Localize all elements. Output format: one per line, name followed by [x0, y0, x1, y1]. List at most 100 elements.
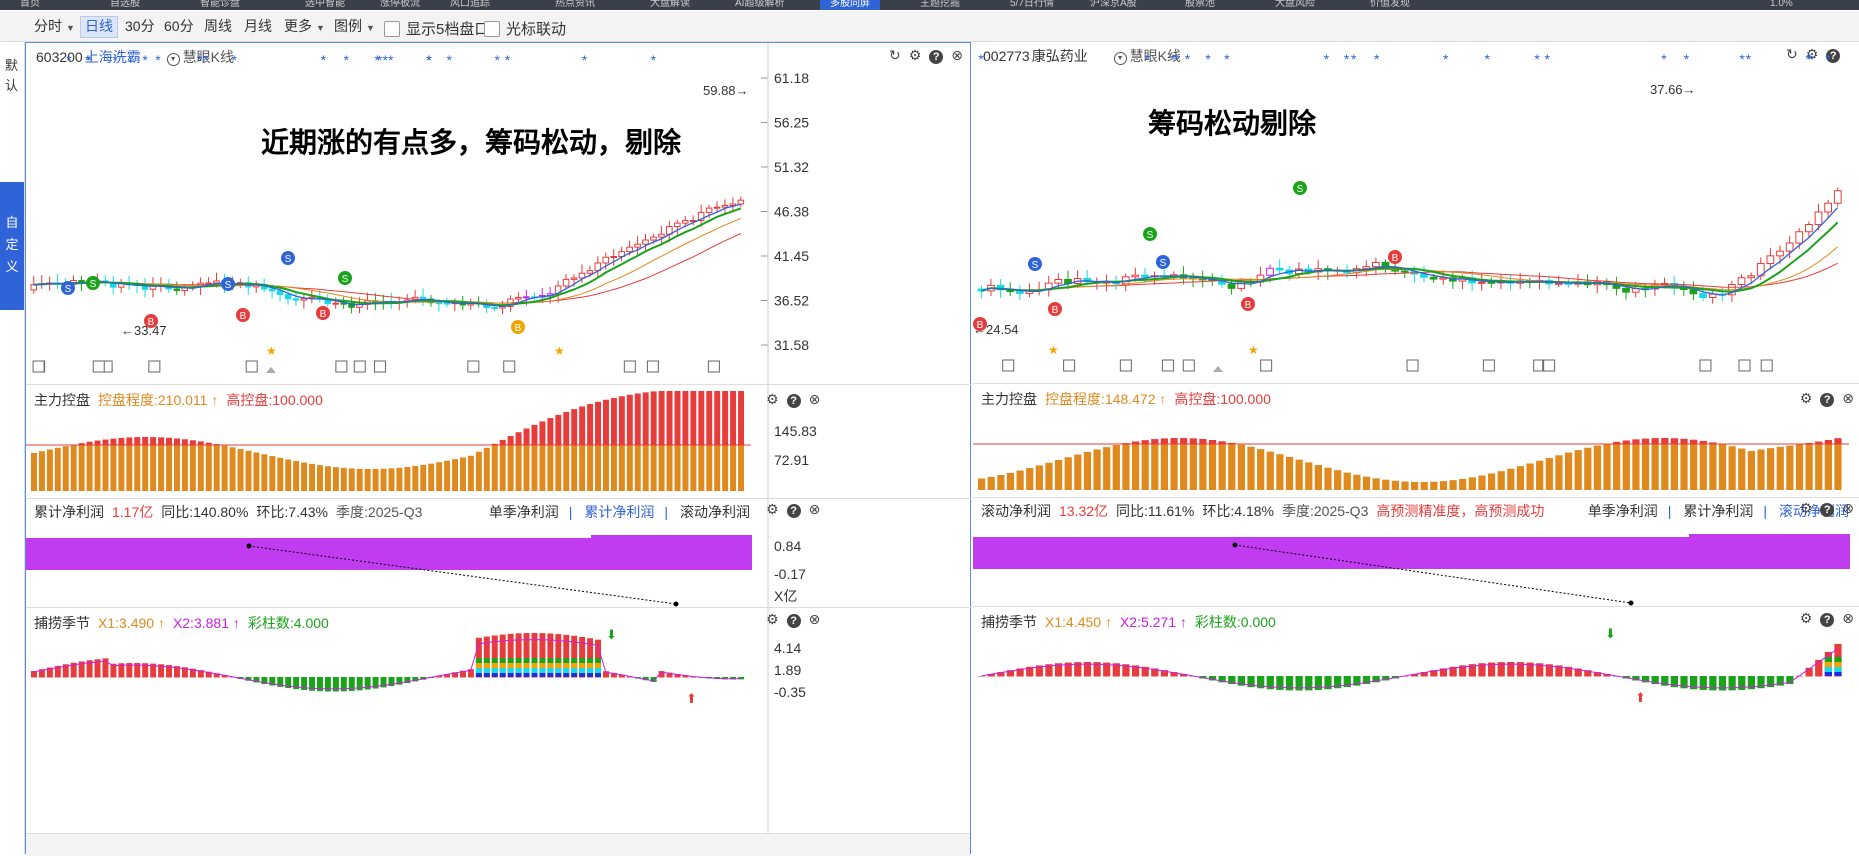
close-icon[interactable]: ⊗ [1842, 610, 1854, 626]
candle-body [285, 295, 291, 299]
default-group-tab[interactable]: 默认 [5, 56, 19, 96]
period-weekly[interactable]: 周线 [200, 16, 236, 36]
signal-star: * [978, 51, 984, 67]
control-bar-high [675, 391, 681, 445]
signal-star: * [1185, 51, 1191, 67]
bs-marker-label: S [1147, 230, 1154, 241]
separator [26, 498, 972, 499]
control-bar [389, 468, 395, 491]
control-bar [95, 445, 101, 491]
season-color-bar [508, 663, 514, 668]
help-icon[interactable]: ? [787, 394, 801, 408]
gear-icon[interactable]: ⚙ [766, 611, 779, 627]
help-icon[interactable]: ? [1820, 393, 1834, 407]
control-bar [1796, 444, 1803, 490]
nav-tab[interactable]: 5/7日行情 [1010, 0, 1054, 10]
gear-icon[interactable]: ⚙ [766, 501, 779, 517]
event-icon [647, 361, 658, 372]
profit-tab[interactable]: 单季净利润 [1588, 503, 1658, 519]
nav-tab[interactable]: AI超级解析 [735, 0, 784, 10]
season-color-bar [587, 658, 593, 663]
indicator-title: 主力控盘 [34, 392, 90, 408]
checkbox-box[interactable] [484, 21, 500, 37]
profit-tab[interactable]: 累计净利润 [584, 504, 654, 520]
gear-icon[interactable]: ⚙ [766, 391, 779, 407]
nav-tab[interactable]: 沪深京A股 [1090, 0, 1137, 10]
event-icon [1183, 360, 1194, 371]
indicator-title: 主力控盘 [981, 391, 1037, 407]
period-intraday[interactable]: 分时▼ [30, 16, 79, 36]
stock-panel-2[interactable]: 002773康弘药业 ▼慧眼K线 ↻⚙? *******************… [973, 42, 1859, 854]
close-icon[interactable]: ⊗ [809, 611, 821, 627]
season-color-bar [1834, 672, 1841, 676]
season-color-bar [555, 668, 561, 673]
nav-tab[interactable]: 智能诊盘 [200, 0, 240, 10]
control-bar [1190, 444, 1197, 490]
nav-tab[interactable]: 大盘解读 [650, 0, 690, 10]
help-icon[interactable]: ? [1820, 613, 1834, 627]
close-icon[interactable]: ⊗ [1842, 390, 1854, 406]
candle-body [1806, 225, 1813, 232]
signal-star: * [1825, 51, 1831, 67]
show-level5-checkbox[interactable]: 显示5档盘口 [384, 18, 489, 39]
nav-tab[interactable]: 价值发现 [1370, 0, 1410, 10]
gear-icon[interactable]: ⚙ [1800, 610, 1813, 626]
control-bar [293, 461, 299, 491]
candle-body [722, 205, 728, 207]
season-color-bar [579, 673, 585, 677]
control-bar-high [1690, 440, 1697, 444]
nav-tab[interactable]: 涨停板流 [380, 0, 420, 10]
bs-marker-label: S [342, 274, 349, 285]
control-bar-high [103, 440, 109, 445]
period-monthly[interactable]: 月线 [240, 16, 276, 36]
signal-star: * [66, 52, 72, 68]
gear-icon[interactable]: ⚙ [1800, 390, 1813, 406]
profit-field: 1.17亿 [112, 504, 153, 520]
stock-panel-1[interactable]: 603200上海洗霸 ▼慧眼K线 ↻⚙?⊗ ******************… [25, 42, 971, 854]
close-icon[interactable]: ⊗ [809, 391, 821, 407]
close-icon[interactable]: ⊗ [809, 501, 821, 517]
nav-tab[interactable]: 主题挖掘 [920, 0, 960, 10]
candle-body [1796, 232, 1803, 243]
candle-body [293, 299, 299, 300]
period-30min[interactable]: 30分 [121, 16, 159, 36]
profit-tab[interactable]: 单季净利润 [489, 504, 559, 520]
control-bar [182, 445, 188, 491]
control-bar [1180, 444, 1187, 490]
nav-tab[interactable]: 风口追踪 [450, 0, 490, 10]
close-icon[interactable]: ⊗ [1842, 500, 1854, 516]
event-icon [266, 367, 276, 373]
control-bar [667, 445, 673, 491]
period-60min[interactable]: 60分 [160, 16, 198, 36]
nav-tab[interactable]: 选中智能 [305, 0, 345, 10]
control-bar [1016, 471, 1023, 490]
control-bar-high [659, 391, 665, 445]
season-color-bar [571, 673, 577, 677]
nav-tab[interactable]: 首页 [20, 0, 40, 10]
help-icon[interactable]: ? [1820, 503, 1834, 517]
control-bar [381, 469, 387, 491]
gear-icon[interactable]: ⚙ [1800, 500, 1813, 516]
nav-tab[interactable]: 大盘风险 [1275, 0, 1315, 10]
cursor-link-checkbox[interactable]: 光标联动 [484, 18, 566, 39]
help-icon[interactable]: ? [787, 614, 801, 628]
nav-tab[interactable]: 自选股 [110, 0, 140, 10]
nav-tab[interactable]: 股票池 [1185, 0, 1215, 10]
nav-tab[interactable]: 多股同屏 [820, 0, 880, 10]
control-bar [563, 445, 569, 491]
season-color-bar [500, 663, 506, 668]
control-bar-high [563, 412, 569, 445]
control-bar-high [682, 391, 688, 445]
period-daily[interactable]: 日线 [80, 16, 118, 38]
bs-marker-label: S [65, 284, 72, 295]
help-icon[interactable]: ? [787, 504, 801, 518]
profit-tab[interactable]: 累计净利润 [1683, 503, 1753, 519]
control-bar [357, 469, 363, 491]
more-menu[interactable]: 更多▼ [280, 16, 329, 36]
control-bar [714, 445, 720, 491]
custom-group-tab[interactable]: 自定义 [0, 182, 24, 310]
nav-tab[interactable]: 热点资讯 [555, 0, 595, 10]
checkbox-box[interactable] [384, 21, 400, 37]
legend-menu[interactable]: 图例▼ [330, 16, 379, 36]
profit-tab[interactable]: 滚动净利润 [680, 504, 750, 520]
